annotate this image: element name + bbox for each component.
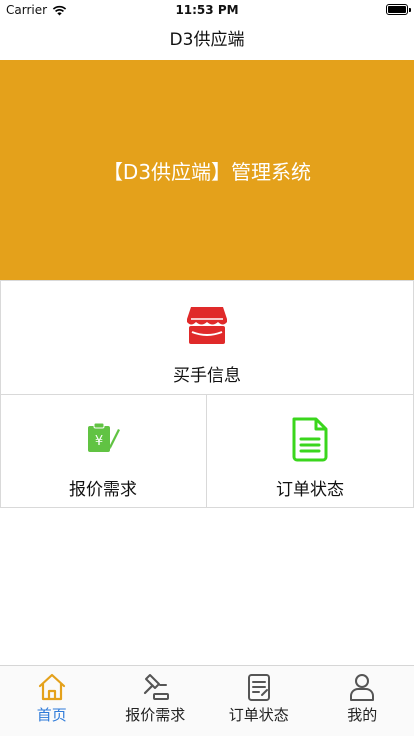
- tab-order-status[interactable]: 订单状态: [207, 666, 311, 736]
- tab-quote-demand[interactable]: 报价需求: [104, 666, 208, 736]
- document-icon: [292, 417, 328, 462]
- quote-demand-button[interactable]: ¥ 报价需求: [0, 395, 206, 507]
- person-icon: [350, 674, 375, 701]
- tab-home-label: 首页: [36, 706, 67, 724]
- tab-order-status-label: 订单状态: [228, 706, 289, 724]
- tab-home[interactable]: 首页: [0, 666, 104, 736]
- tab-mine[interactable]: 我的: [311, 666, 414, 736]
- order-status-label: 订单状态: [276, 480, 344, 500]
- gavel-icon: [144, 674, 170, 700]
- status-bar: Carrier 11:53 PM: [0, 0, 414, 22]
- quote-demand-label: 报价需求: [69, 480, 137, 500]
- tab-bar: 首页 报价需求 订单状态 我的: [0, 665, 414, 736]
- banner: 【D3供应端】管理系统: [0, 60, 414, 280]
- banner-title: 【D3供应端】管理系统: [102, 159, 312, 184]
- tab-mine-label: 我的: [347, 706, 378, 724]
- order-list-icon: [247, 674, 270, 701]
- svg-text:¥: ¥: [95, 434, 103, 449]
- grid-divider-bottom: [0, 507, 414, 508]
- buyer-info-button[interactable]: 买手信息: [0, 281, 414, 394]
- battery-icon: [386, 4, 411, 15]
- buyer-info-label: 买手信息: [173, 366, 241, 386]
- price-quote-icon: ¥: [88, 422, 120, 452]
- page-title: D3供应端: [169, 30, 245, 50]
- tab-quote-demand-label: 报价需求: [125, 706, 186, 724]
- nav-bar: D3供应端: [0, 22, 414, 60]
- home-icon: [38, 673, 65, 701]
- order-status-button[interactable]: 订单状态: [207, 395, 413, 507]
- clock: 11:53 PM: [175, 3, 239, 17]
- storefront-icon: [187, 307, 227, 344]
